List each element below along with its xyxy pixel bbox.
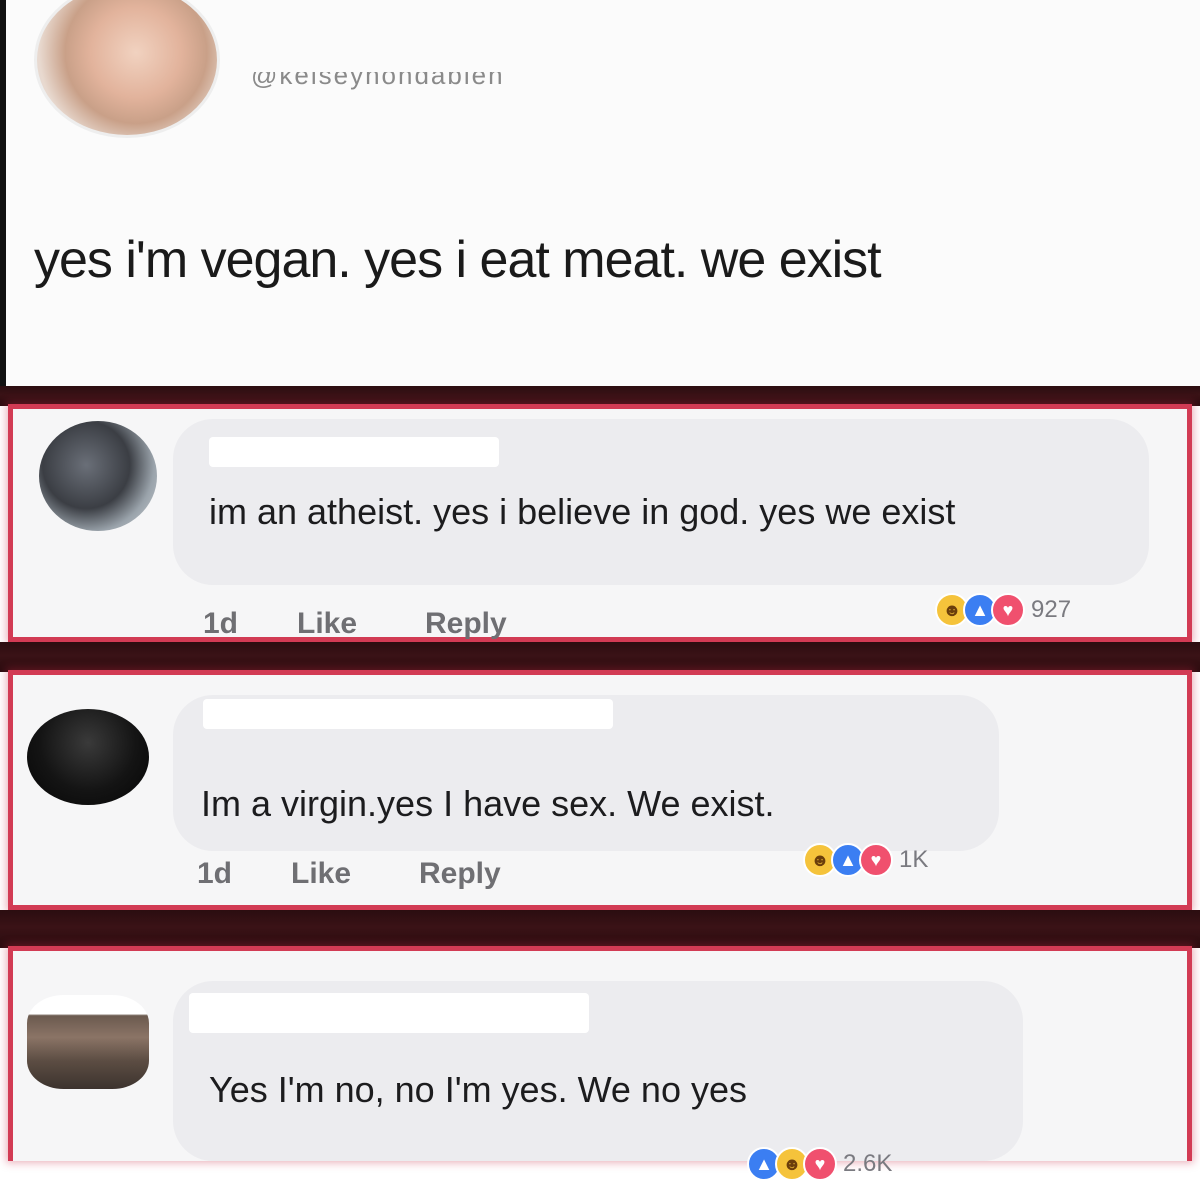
- avatar[interactable]: [34, 0, 220, 138]
- comment-card: ▬▬▬▬ ▬▬▬▬▬ ▬▬ Im a virgin.yes I have sex…: [8, 670, 1192, 910]
- post-text: yes i'm vegan. yes i eat meat. we exist: [34, 231, 882, 289]
- comment-author-smudge: ▬▬▬▬ ▬▬▬▬▬ ▬▬: [203, 737, 563, 749]
- reaction-summary[interactable]: ☻ ▲ ♥ 927: [935, 593, 1072, 627]
- comment-time: 1d: [197, 857, 233, 890]
- reply-link[interactable]: Reply: [425, 607, 507, 641]
- original-post: @kelseyhondabien yes i'm vegan. yes i ea…: [0, 0, 1200, 386]
- reaction-count: 2.6K: [843, 1150, 893, 1177]
- comment-text: Im a virgin.yes I have sex. We exist.: [201, 783, 775, 824]
- divider-band: [0, 642, 1200, 672]
- divider-band: [0, 910, 1200, 948]
- reaction-summary[interactable]: ▲ ☻ ♥ 2.6K: [747, 1147, 893, 1181]
- comment-card: Yes I'm no, no I'm yes. We no yes ▲ ☻ ♥ …: [8, 946, 1192, 1181]
- post-handle[interactable]: @kelseyhondabien: [251, 72, 681, 98]
- reaction-count: 927: [1031, 596, 1072, 623]
- love-icon: ♥: [991, 593, 1025, 627]
- avatar[interactable]: [39, 421, 157, 531]
- comment-author-redacted: [189, 993, 589, 1033]
- divider-band: [0, 386, 1200, 406]
- love-icon: ♥: [803, 1147, 837, 1181]
- comment-author-redacted: [203, 699, 613, 729]
- comment-time: 1d: [203, 607, 239, 640]
- love-icon: ♥: [859, 843, 893, 877]
- comment-author-redacted: [209, 437, 499, 467]
- comment-text: Yes I'm no, no I'm yes. We no yes: [209, 1069, 747, 1110]
- reply-link[interactable]: Reply: [419, 857, 501, 891]
- like-link[interactable]: Like: [291, 857, 351, 891]
- avatar[interactable]: [27, 709, 149, 805]
- comment-card: im an atheist. yes i believe in god. yes…: [8, 404, 1192, 642]
- like-link[interactable]: Like: [297, 607, 357, 641]
- comment-text: im an atheist. yes i believe in god. yes…: [209, 491, 956, 532]
- reaction-count: 1K: [899, 846, 929, 873]
- reaction-summary[interactable]: ☻ ▲ ♥ 1K: [803, 843, 929, 877]
- avatar[interactable]: [27, 995, 149, 1089]
